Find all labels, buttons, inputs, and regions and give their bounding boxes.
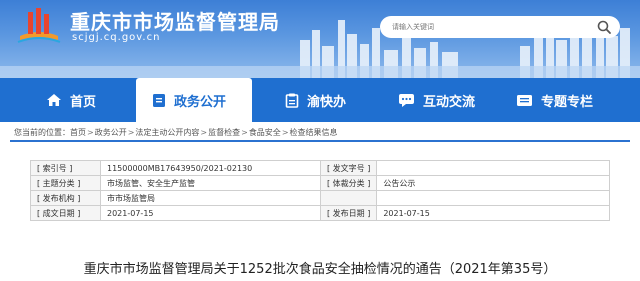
clipboard-icon [285, 93, 299, 108]
nav-label-gov-affairs: 政务公开 [174, 94, 227, 110]
breadcrumb-separator: > [127, 128, 135, 137]
info-label: [ 发布机构 ] [30, 190, 101, 206]
info-label: [ 主题分类 ] [30, 175, 101, 191]
info-label: [ 索引号 ] [30, 160, 101, 176]
search-icon[interactable] [596, 19, 612, 35]
nav-item-home[interactable]: 首页 [46, 78, 96, 122]
info-label: [ 发布日期 ] [319, 205, 378, 221]
breadcrumb-item-supervision[interactable]: 监督检查 [208, 128, 240, 137]
breadcrumb-item-home[interactable]: 首页 [70, 128, 86, 137]
breadcrumb-item-food-safety[interactable]: 食品安全 [249, 128, 281, 137]
nav-item-yukuaiban[interactable]: 渝快办 [285, 78, 346, 122]
header-banner: 重庆市市场监督管理局 scjgj.cq.gov.cn [0, 0, 640, 78]
nav-label-interaction: 互动交流 [423, 94, 476, 110]
info-value [376, 160, 610, 176]
nav-label-special-topics: 专题专栏 [541, 94, 594, 110]
document-icon [153, 93, 165, 107]
search-input[interactable] [392, 20, 582, 34]
document-title: 重庆市市场监督管理局关于1252批次食品安全抽检情况的通告（2021年第35号） [83, 262, 557, 277]
logo-icon [17, 8, 61, 43]
info-label: [ 发文字号 ] [319, 160, 378, 176]
info-value: 公告公示 [376, 175, 610, 191]
document-info-table: [ 索引号 ] 11500000MB17643950/2021-02130 [ … [30, 160, 610, 221]
nav-item-interaction[interactable]: 互动交流 [398, 78, 475, 122]
info-value [376, 190, 610, 206]
nav-item-gov-affairs[interactable]: 政务公开 [136, 78, 252, 122]
breadcrumb-separator: > [281, 128, 289, 137]
breadcrumb-item-inspection-results[interactable]: 检查结果信息 [290, 128, 338, 137]
chat-icon [399, 94, 414, 107]
breadcrumb: 您当前的位置：首页>政务公开>法定主动公开内容>监督检查>食品安全>检查结果信息 [14, 127, 338, 138]
info-value: 2021-07-15 [100, 205, 321, 221]
breadcrumb-separator: > [241, 128, 248, 137]
breadcrumb-item-gov-affairs[interactable]: 政务公开 [95, 128, 127, 137]
info-value: 2021-07-15 [376, 205, 610, 221]
nav-label-home: 首页 [70, 94, 97, 110]
breadcrumb-prefix: 您当前的位置： [14, 128, 70, 137]
info-label [319, 190, 378, 206]
table-row: [ 发布机构 ] 市市场监管局 [30, 190, 610, 206]
nav-item-special-topics[interactable]: 专题专栏 [516, 78, 593, 122]
main-nav: 首页 政务公开 渝快办 互动交流 专题专栏 [0, 78, 640, 122]
info-label: [ 体裁分类 ] [319, 175, 378, 191]
home-icon [47, 94, 61, 106]
info-label: [ 成文日期 ] [30, 205, 101, 221]
table-row: [ 主题分类 ] 市场监管、安全生产监管 [ 体裁分类 ] 公告公示 [30, 175, 610, 191]
breadcrumb-separator: > [200, 128, 208, 137]
folder-icon [517, 95, 532, 106]
table-row: [ 索引号 ] 11500000MB17643950/2021-02130 [ … [30, 160, 610, 176]
breadcrumb-item-statutory[interactable]: 法定主动公开内容 [135, 128, 199, 137]
nav-label-yukuaiban: 渝快办 [307, 94, 347, 110]
info-value: 市市场监管局 [100, 190, 321, 206]
breadcrumb-divider [10, 140, 630, 142]
info-value: 11500000MB17643950/2021-02130 [100, 160, 321, 176]
table-row: [ 成文日期 ] 2021-07-15 [ 发布日期 ] 2021-07-15 [30, 205, 610, 221]
site-title: 重庆市市场监督管理局 [70, 10, 280, 34]
breadcrumb-separator: > [87, 128, 94, 137]
site-domain: scjgj.cq.gov.cn [72, 32, 161, 43]
search-box [380, 16, 620, 38]
info-value: 市场监管、安全生产监管 [100, 175, 321, 191]
